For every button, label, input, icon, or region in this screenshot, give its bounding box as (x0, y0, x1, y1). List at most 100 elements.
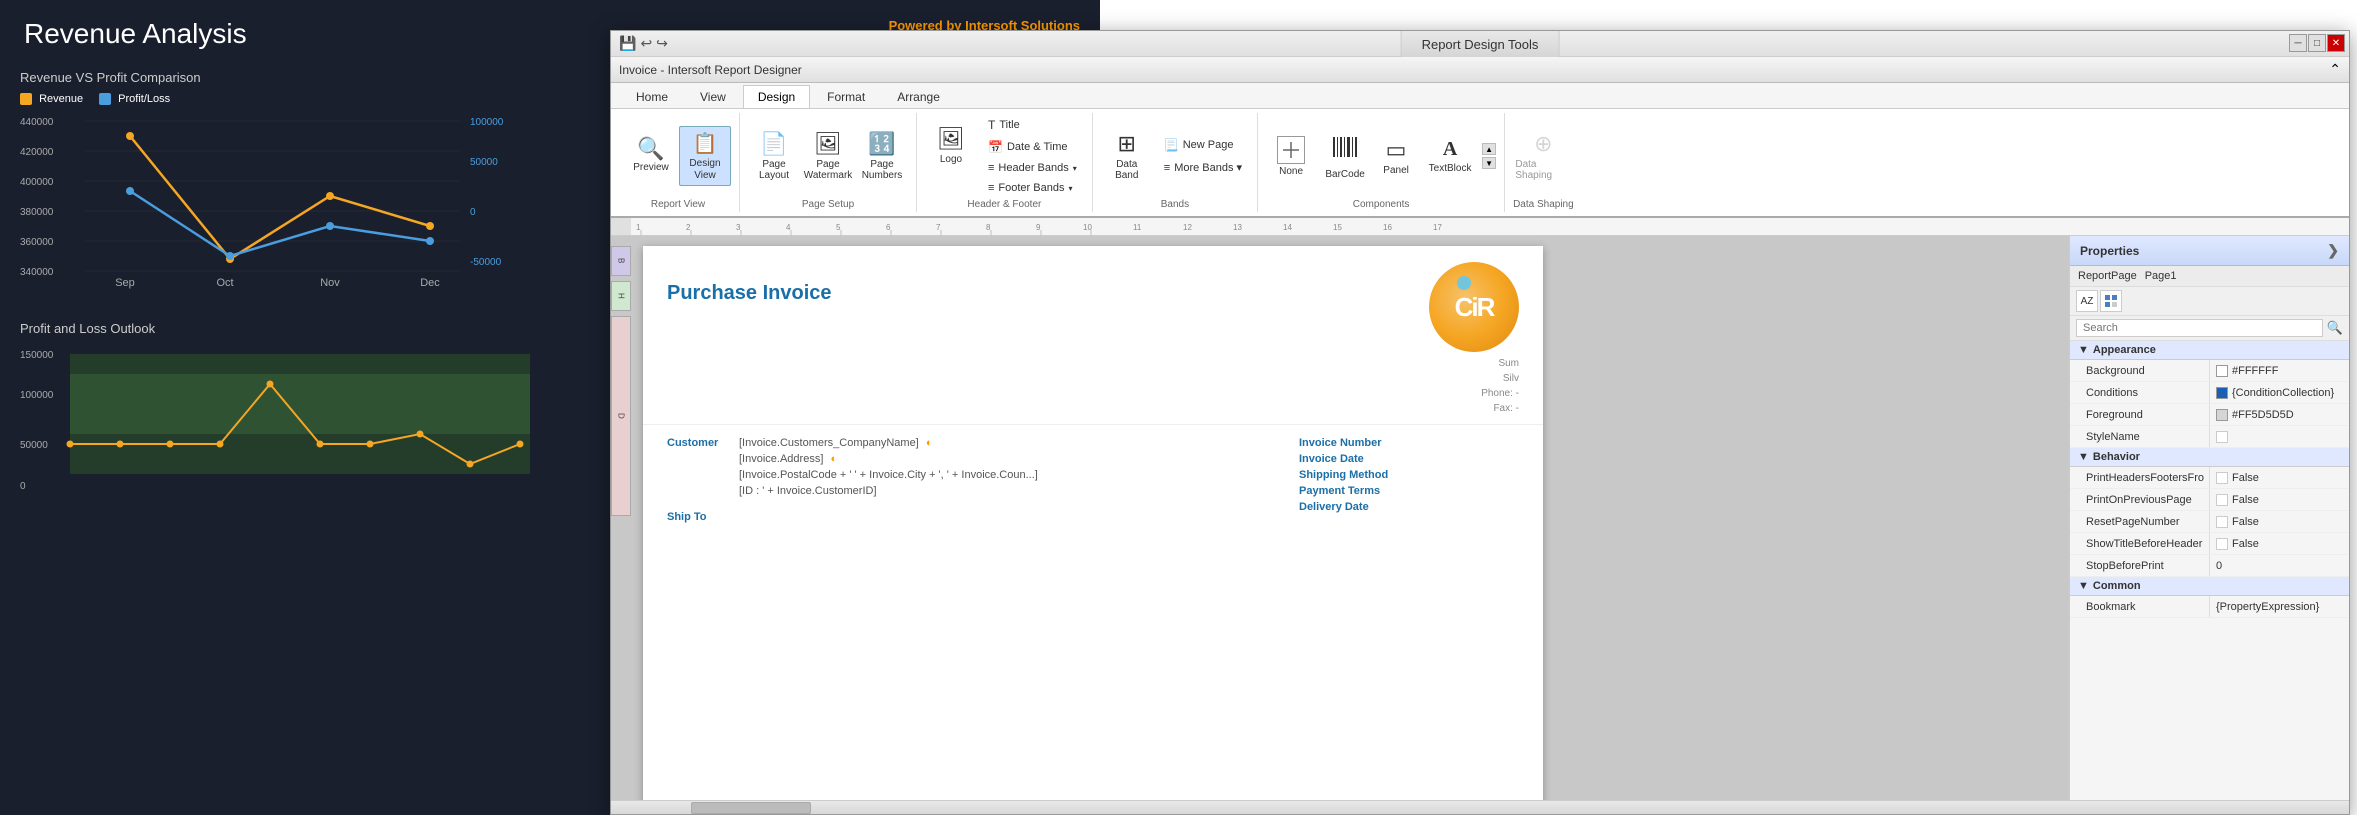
header-bands-button[interactable]: ≡ Header Bands ▾ (981, 159, 1084, 177)
prop-sbp-key: StopBeforePrint (2070, 555, 2210, 576)
scroll-down[interactable]: ▼ (1482, 157, 1496, 169)
foreground-color-swatch (2216, 409, 2228, 421)
preview-button[interactable]: 🔍 Preview (625, 126, 677, 186)
shipping-method-row: Shipping Method (1299, 469, 1519, 481)
right-fields: Invoice Number Invoice Date Shipping Met… (1299, 437, 1519, 523)
new-page-icon: 📃 (1164, 138, 1179, 152)
page-watermark-button[interactable]: 🖼 Page Watermark (802, 126, 854, 186)
design-view-button[interactable]: 📋 Design View (679, 126, 731, 186)
svg-text:-50000: -50000 (470, 257, 502, 268)
customer-fields: Customer [Invoice.Customers_CompanyName]… (667, 437, 1038, 523)
svg-text:14: 14 (1283, 223, 1292, 232)
tab-home[interactable]: Home (621, 85, 683, 108)
scroll-thumb[interactable] (691, 802, 811, 814)
components-scroll: ▲ ▼ (1482, 143, 1496, 169)
ribbon-tabs: Home View Design Format Arrange (611, 83, 2349, 109)
section-appearance[interactable]: ▼ Appearance (2070, 341, 2349, 360)
page-numbers-button[interactable]: 🔢 Page Numbers (856, 126, 908, 186)
prop-printonprev: PrintOnPreviousPage False (2070, 489, 2349, 511)
ship-to-row: Ship To (667, 509, 1038, 523)
group-page-setup: 📄 Page Layout 🖼 Page Watermark 🔢 Page Nu… (740, 113, 917, 212)
tab-format[interactable]: Format (812, 85, 880, 108)
bands-extras: 📃 New Page ≡ More Bands ▾ (1157, 135, 1249, 177)
prop-foreground-val[interactable]: #FF5D5D5D (2210, 404, 2349, 425)
svg-text:6: 6 (886, 223, 891, 232)
date-time-button[interactable]: 📅 Date & Time (981, 137, 1084, 157)
page-layout-button[interactable]: 📄 Page Layout (748, 126, 800, 186)
more-bands-button[interactable]: ≡ More Bands ▾ (1157, 158, 1249, 177)
tab-arrange[interactable]: Arrange (882, 85, 955, 108)
tab-view[interactable]: View (685, 85, 741, 108)
data-shaping-content: ⊕ Data Shaping (1513, 115, 1574, 197)
prop-phf-val[interactable]: False (2210, 467, 2349, 488)
company-line4: Fax: - (1481, 401, 1519, 416)
prop-rpn-val[interactable]: False (2210, 511, 2349, 532)
redo-icon[interactable]: ↪ (656, 35, 668, 52)
stylename-color-swatch (2216, 431, 2228, 443)
delivery-date-row: Delivery Date (1299, 501, 1519, 513)
title-button[interactable]: T Title (981, 115, 1084, 135)
title-bar: Invoice - Intersoft Report Designer ⌃ (611, 57, 2349, 83)
prop-stylename: StyleName (2070, 426, 2349, 448)
section-common-label: Common (2093, 580, 2141, 592)
svg-text:0: 0 (470, 207, 476, 218)
svg-text:100000: 100000 (20, 390, 54, 401)
new-page-button[interactable]: 📃 New Page (1157, 135, 1249, 155)
group-header-footer: 🖼 Logo T Title 📅 Date & Time (917, 113, 1093, 212)
ship-to-label: Ship To (667, 511, 707, 523)
minimize-button[interactable]: ─ (2289, 34, 2307, 52)
components-content: None (1266, 115, 1496, 197)
category-view-button[interactable] (2100, 290, 2122, 312)
undo-icon[interactable]: ↩ (640, 35, 652, 52)
prop-bookmark-key: Bookmark (2070, 596, 2210, 617)
horizontal-scrollbar[interactable] (611, 800, 2349, 814)
panel-button[interactable]: ▭ Panel (1374, 133, 1418, 180)
properties-expand-icon[interactable]: ❯ (2327, 242, 2339, 259)
company-line3: Phone: - (1481, 386, 1519, 401)
canvas-area[interactable]: B H D Purchase Invoice CiR (611, 236, 2069, 800)
data-band-icon: ⊞ (1118, 131, 1136, 157)
svg-text:440000: 440000 (20, 117, 54, 128)
customer-row2: [Invoice.Address] ◐ (667, 453, 1038, 465)
section-behavior[interactable]: ▼ Behavior (2070, 448, 2349, 467)
data-band-button[interactable]: ⊞ Data Band (1101, 126, 1153, 186)
prop-conditions-val[interactable]: {ConditionCollection} (2210, 382, 2349, 403)
footer-bands-button[interactable]: ≡ Footer Bands ▾ (981, 179, 1084, 197)
close-button[interactable]: ✕ (2327, 34, 2345, 52)
designer-window: 💾 ↩ ↪ Report Design Tools ─ □ ✕ Invoice … (610, 30, 2350, 815)
svg-text:50000: 50000 (20, 440, 48, 451)
prop-background: Background #FFFFFF (2070, 360, 2349, 382)
svg-text:360000: 360000 (20, 237, 54, 248)
save-icon[interactable]: 💾 (619, 35, 636, 52)
prop-foreground-key: Foreground (2070, 404, 2210, 425)
properties-panel: Properties ❯ ReportPage Page1 AZ (2069, 236, 2349, 800)
collapse-icon[interactable]: ⌃ (2329, 61, 2341, 78)
rpn-swatch (2216, 516, 2228, 528)
props-search-input[interactable] (2076, 319, 2323, 337)
prop-bookmark-val[interactable]: {PropertyExpression} (2210, 596, 2349, 617)
az-sort-button[interactable]: AZ (2076, 290, 2098, 312)
prop-st-val[interactable]: False (2210, 533, 2349, 554)
prop-sbp-val[interactable]: 0 (2210, 555, 2349, 576)
barcode-button[interactable]: BarCode (1320, 129, 1370, 184)
prop-pop-val[interactable]: False (2210, 489, 2349, 510)
textblock-button[interactable]: A TextBlock (1422, 134, 1478, 178)
svg-text:2: 2 (686, 223, 691, 232)
date-time-icon: 📅 (988, 140, 1003, 154)
svg-text:Oct: Oct (216, 277, 233, 289)
group-data-shaping: ⊕ Data Shaping Data Shaping (1505, 113, 1582, 212)
invoice-number-row: Invoice Number (1299, 437, 1519, 449)
invoice-date-row: Invoice Date (1299, 453, 1519, 465)
scroll-up[interactable]: ▲ (1482, 143, 1496, 155)
none-button[interactable]: None (1266, 132, 1316, 181)
scroll-arrows: ▲ ▼ (1482, 143, 1496, 169)
tab-design[interactable]: Design (743, 85, 810, 108)
maximize-button[interactable]: □ (2308, 34, 2326, 52)
band-marker-1: B (611, 246, 631, 276)
section-appearance-label: Appearance (2093, 344, 2156, 356)
section-common[interactable]: ▼ Common (2070, 577, 2349, 596)
data-shaping-button[interactable]: ⊕ Data Shaping (1513, 127, 1573, 185)
hf-logo-button[interactable]: 🖼 Logo (925, 115, 977, 175)
prop-background-val[interactable]: #FFFFFF (2210, 360, 2349, 381)
prop-stylename-val[interactable] (2210, 426, 2349, 447)
